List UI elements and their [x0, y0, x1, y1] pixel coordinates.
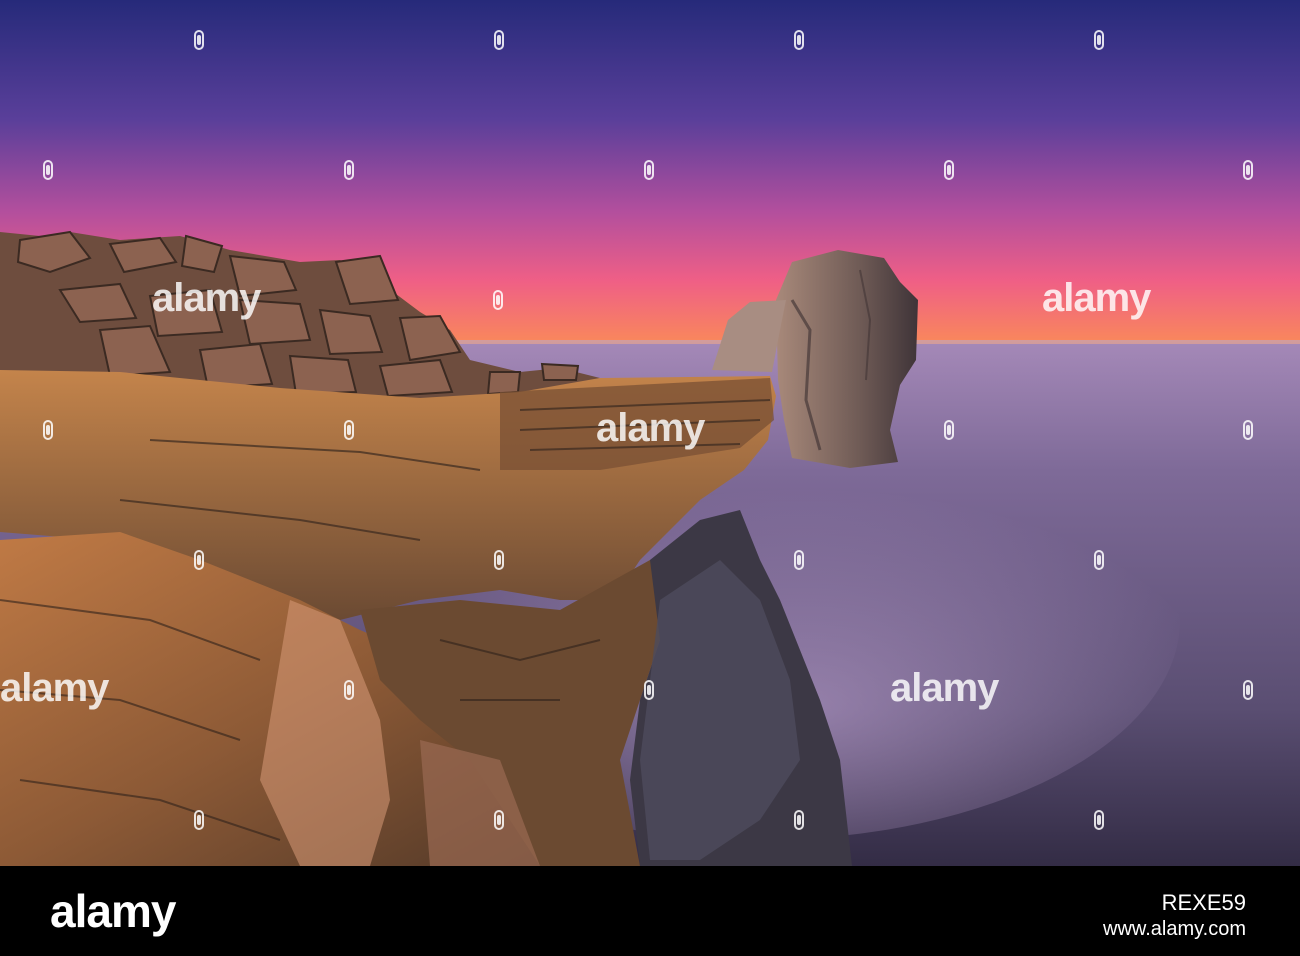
stock-footer-bar: alamy REXE59 www.alamy.com: [0, 866, 1300, 956]
image-meta: REXE59 www.alamy.com: [1103, 890, 1246, 942]
image-id: REXE59: [1161, 890, 1246, 915]
stock-photo-frame: alamy alamy alamy alamy alamy alamy REXE…: [0, 0, 1300, 956]
site-url: www.alamy.com: [1103, 918, 1246, 940]
brand-logo: alamy: [50, 885, 176, 937]
seascape-photo: [0, 0, 1300, 866]
